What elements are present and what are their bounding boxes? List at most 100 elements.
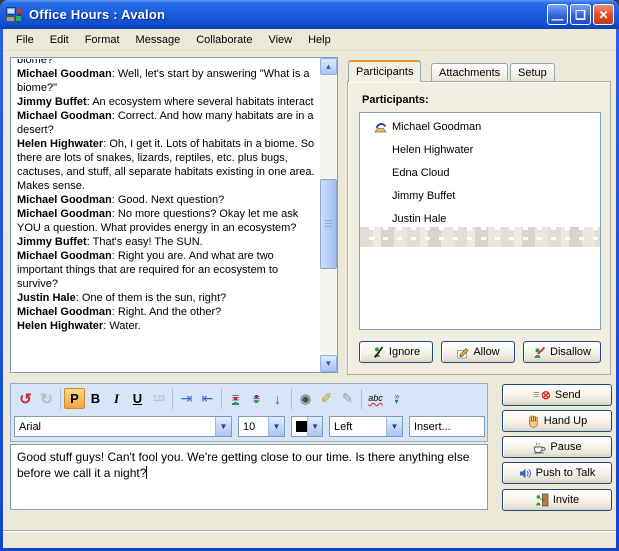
redo-icon: ↻ xyxy=(40,390,53,408)
insert-select[interactable]: Insert... xyxy=(409,416,485,437)
toolbar-options-button[interactable]: »▾ xyxy=(386,388,407,409)
alignment-select[interactable]: Left ▼ xyxy=(329,416,403,437)
font-size-select[interactable]: 10 ▼ xyxy=(238,416,285,437)
partial-message-line: biome? xyxy=(17,59,315,67)
send-icon: ≡ xyxy=(533,389,538,401)
record-button[interactable]: ◉ xyxy=(295,388,316,409)
undo-button[interactable]: ↺ xyxy=(15,388,36,409)
push-to-talk-button[interactable]: Push to Talk xyxy=(502,462,612,484)
disallow-person-icon xyxy=(533,346,546,359)
menu-bar: File Edit Format Message Collaborate Vie… xyxy=(3,29,616,51)
chevron-down-icon[interactable]: ▼ xyxy=(215,417,231,436)
menu-format[interactable]: Format xyxy=(77,31,128,49)
underline-button[interactable]: U xyxy=(127,388,148,409)
presenter-icon xyxy=(374,122,392,133)
app-icon xyxy=(6,7,23,23)
status-bar xyxy=(3,530,616,548)
undo-icon: ↺ xyxy=(19,390,32,408)
toolbar-separator xyxy=(361,389,362,409)
participants-label: Participants: xyxy=(362,94,429,106)
text-caret xyxy=(146,466,147,479)
chat-message: Michael Goodman: Well, let's start by an… xyxy=(17,67,315,95)
window-title: Office Hours : Avalon xyxy=(29,7,165,22)
participant-row[interactable]: Justin Hale xyxy=(360,210,600,228)
indent-increase-icon: ⇥ xyxy=(181,390,193,407)
message-input[interactable]: Good stuff guys! Can't fool you. We're g… xyxy=(10,444,488,510)
menu-view[interactable]: View xyxy=(260,31,300,49)
transcript-scrollbar[interactable]: ▲ ▼ xyxy=(320,58,337,372)
highlighter-button[interactable]: ✐ xyxy=(316,388,337,409)
ignore-person-icon xyxy=(372,346,385,359)
format-toolbar: ↺ ↻ P B I U 123 ⇥ ⇤ ≡ ≡ ↓ ◉ ✐ ✎ abc xyxy=(11,384,487,413)
bullet-list-icon: ≡ xyxy=(253,391,261,406)
indent-decrease-button[interactable]: ⇤ xyxy=(197,388,218,409)
send-button[interactable]: ≡⊗ Send xyxy=(502,384,612,406)
scroll-down-icon[interactable]: ▼ xyxy=(320,355,337,372)
app-window: Office Hours : Avalon — ❑ ✕ File Edit Fo… xyxy=(0,0,619,551)
menu-collaborate[interactable]: Collaborate xyxy=(188,31,260,49)
participant-row[interactable]: Michael Goodman xyxy=(360,118,600,136)
maximize-button[interactable]: ❑ xyxy=(570,4,591,25)
tab-participants[interactable]: Participants xyxy=(348,60,421,82)
plain-text-button[interactable]: P xyxy=(64,388,85,409)
participant-row[interactable]: Helen Highwater xyxy=(360,141,600,159)
toolbar-overflow-icon: »▾ xyxy=(394,393,398,405)
participants-list[interactable]: Michael Goodman Helen Highwater Edna Clo… xyxy=(359,112,601,330)
chevron-down-icon[interactable]: ▼ xyxy=(268,417,284,436)
disallow-button[interactable]: Disallow xyxy=(523,341,601,363)
ignore-button[interactable]: Ignore xyxy=(359,341,433,363)
participant-row[interactable]: Edna Cloud xyxy=(360,164,600,182)
allow-button[interactable]: Allow xyxy=(441,341,515,363)
minimize-button[interactable]: — xyxy=(547,4,568,25)
disabled-format-button: 123 xyxy=(148,388,169,409)
toolbar-separator xyxy=(221,389,222,409)
color-swatch xyxy=(296,421,307,432)
title-bar[interactable]: Office Hours : Avalon — ❑ ✕ xyxy=(0,0,619,29)
menu-file[interactable]: File xyxy=(8,31,42,49)
chat-transcript[interactable]: biome? Michael Goodman: Well, let's star… xyxy=(10,57,338,373)
chat-message: Jimmy Buffet: That's easy! The SUN. xyxy=(17,235,315,249)
participant-row[interactable]: Jimmy Buffet xyxy=(360,187,600,205)
chevron-down-icon[interactable]: ▼ xyxy=(307,417,322,436)
bold-button[interactable]: B xyxy=(85,388,106,409)
hand-up-button[interactable]: Hand Up xyxy=(502,410,612,432)
scrollbar-thumb[interactable] xyxy=(320,179,337,269)
chat-message: Justin Hale: One of them is the sun, rig… xyxy=(17,291,315,305)
pause-button[interactable]: Pause xyxy=(502,436,612,458)
bullet-list-button[interactable]: ≡ xyxy=(246,388,267,409)
italic-button[interactable]: I xyxy=(106,388,127,409)
pen-icon: ✎ xyxy=(342,390,354,407)
tab-attachments[interactable]: Attachments xyxy=(431,63,508,82)
window-content: File Edit Format Message Collaborate Vie… xyxy=(3,29,616,548)
record-icon: ◉ xyxy=(300,391,311,407)
compose-toolbar-strip: ↺ ↻ P B I U 123 ⇥ ⇤ ≡ ≡ ↓ ◉ ✐ ✎ abc xyxy=(10,383,488,442)
menu-help[interactable]: Help xyxy=(300,31,339,49)
chat-message: Michael Goodman: No more questions? Okay… xyxy=(17,207,315,235)
chat-message: Helen Highwater: Oh, I get it. Lots of h… xyxy=(17,137,315,193)
chat-message: Helen Highwater: Water. xyxy=(17,319,315,333)
numbered-list-button[interactable]: ≡ xyxy=(225,388,246,409)
numbered-list-icon: ≡ xyxy=(232,393,240,405)
font-family-select[interactable]: Arial ▼ xyxy=(14,416,232,437)
message-text: Good stuff guys! Can't fool you. We're g… xyxy=(17,450,469,480)
coffee-cup-icon xyxy=(532,441,546,454)
chat-message: Michael Goodman: Correct. And how many h… xyxy=(17,109,315,137)
highlighter-icon: ✐ xyxy=(321,390,333,407)
indent-increase-button[interactable]: ⇥ xyxy=(176,388,197,409)
tab-setup[interactable]: Setup xyxy=(510,63,555,82)
scroll-to-bottom-button[interactable]: ↓ xyxy=(267,388,288,409)
menu-edit[interactable]: Edit xyxy=(42,31,77,49)
toolbar-separator xyxy=(60,389,61,409)
close-button[interactable]: ✕ xyxy=(593,4,614,25)
spell-check-button[interactable]: abc xyxy=(365,388,386,409)
invite-button[interactable]: Invite xyxy=(502,489,612,511)
menu-message[interactable]: Message xyxy=(128,31,189,49)
chat-messages: biome? Michael Goodman: Well, let's star… xyxy=(11,58,320,372)
invite-door-icon xyxy=(535,493,549,507)
font-color-select[interactable]: ▼ xyxy=(291,416,323,437)
redo-button[interactable]: ↻ xyxy=(36,388,57,409)
disabled-format-icon: 123 xyxy=(153,394,165,403)
chat-message: Jimmy Buffet: An ecosystem where several… xyxy=(17,95,315,109)
scroll-up-icon[interactable]: ▲ xyxy=(320,58,337,75)
chevron-down-icon[interactable]: ▼ xyxy=(386,417,402,436)
